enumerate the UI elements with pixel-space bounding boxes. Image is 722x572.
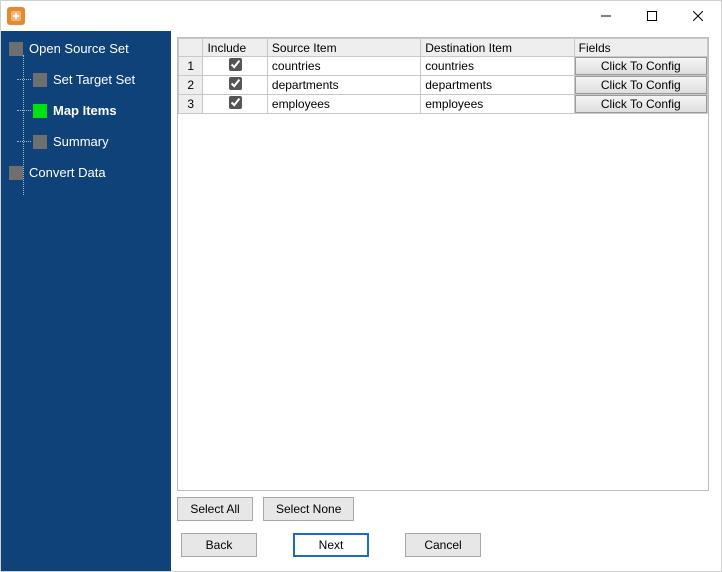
grid-header-corner [179, 39, 203, 57]
back-button[interactable]: Back [181, 533, 257, 557]
mapping-grid: Include Source Item Destination Item Fie… [178, 38, 708, 114]
maximize-button[interactable] [629, 1, 675, 31]
wizard-step-item[interactable]: Summary [33, 134, 171, 149]
fields-cell: Click To Config [574, 95, 707, 114]
row-number: 3 [179, 95, 203, 114]
include-checkbox[interactable] [229, 77, 242, 90]
table-row[interactable]: 3employeesemployeesClick To Config [179, 95, 708, 114]
grid-empty-area [177, 114, 709, 491]
wizard-step-item[interactable]: Open Source Set [9, 41, 171, 56]
wizard-step-label: Set Target Set [53, 72, 135, 87]
destination-item-cell[interactable]: countries [421, 57, 574, 76]
close-button[interactable] [675, 1, 721, 31]
selection-toolbar: Select All Select None [177, 491, 709, 527]
wizard-step-item[interactable]: Set Target Set [33, 72, 171, 87]
step-icon [9, 42, 23, 56]
grid-header-source[interactable]: Source Item [267, 39, 420, 57]
grid-header-fields[interactable]: Fields [574, 39, 707, 57]
source-item-cell[interactable]: employees [267, 95, 420, 114]
wizard-step-item[interactable]: Convert Data [9, 165, 171, 180]
source-item-cell[interactable]: departments [267, 76, 420, 95]
window-controls [583, 1, 721, 31]
destination-item-cell[interactable]: employees [421, 95, 574, 114]
grid-header-row: Include Source Item Destination Item Fie… [179, 39, 708, 57]
main-panel: Include Source Item Destination Item Fie… [171, 31, 721, 571]
select-all-button[interactable]: Select All [177, 497, 253, 521]
grid-header-include[interactable]: Include [203, 39, 267, 57]
cancel-button[interactable]: Cancel [405, 533, 481, 557]
titlebar [1, 1, 721, 31]
destination-item-cell[interactable]: departments [421, 76, 574, 95]
source-item-cell[interactable]: countries [267, 57, 420, 76]
wizard-sidebar: Open Source Set Set Target Set Map Items Su… [1, 31, 171, 571]
include-checkbox[interactable] [229, 96, 242, 109]
grid-body: 1countriescountriesClick To Config2depar… [179, 57, 708, 114]
mapping-grid-container: Include Source Item Destination Item Fie… [177, 37, 709, 114]
wizard-step-label: Map Items [53, 103, 117, 118]
app-icon [7, 7, 25, 25]
minimize-button[interactable] [583, 1, 629, 31]
include-cell [203, 95, 267, 114]
close-icon [693, 11, 703, 21]
config-fields-button[interactable]: Click To Config [575, 95, 707, 113]
wizard-step-label: Summary [53, 134, 109, 149]
row-number: 1 [179, 57, 203, 76]
step-icon [33, 73, 47, 87]
wizard-step-item[interactable]: Map Items [33, 103, 171, 118]
wizard-step-label: Convert Data [29, 165, 106, 180]
step-icon [9, 166, 23, 180]
app-window: Open Source Set Set Target Set Map Items Su… [0, 0, 722, 572]
grid-header-dest[interactable]: Destination Item [421, 39, 574, 57]
select-none-button[interactable]: Select None [263, 497, 354, 521]
fields-cell: Click To Config [574, 76, 707, 95]
config-fields-button[interactable]: Click To Config [575, 76, 707, 94]
include-cell [203, 57, 267, 76]
fields-cell: Click To Config [574, 57, 707, 76]
table-row[interactable]: 1countriescountriesClick To Config [179, 57, 708, 76]
maximize-icon [647, 11, 657, 21]
include-checkbox[interactable] [229, 58, 242, 71]
next-button[interactable]: Next [293, 533, 369, 557]
wizard-nav-buttons: Back Next Cancel [177, 527, 709, 559]
minimize-icon [601, 11, 611, 21]
wizard-steps-tree: Open Source Set Set Target Set Map Items Su… [9, 41, 171, 180]
wizard-step-label: Open Source Set [29, 41, 129, 56]
row-number: 2 [179, 76, 203, 95]
config-fields-button[interactable]: Click To Config [575, 57, 707, 75]
table-row[interactable]: 2departmentsdepartmentsClick To Config [179, 76, 708, 95]
include-cell [203, 76, 267, 95]
step-icon [33, 135, 47, 149]
step-active-icon [33, 104, 47, 118]
content: Open Source Set Set Target Set Map Items Su… [1, 31, 721, 571]
